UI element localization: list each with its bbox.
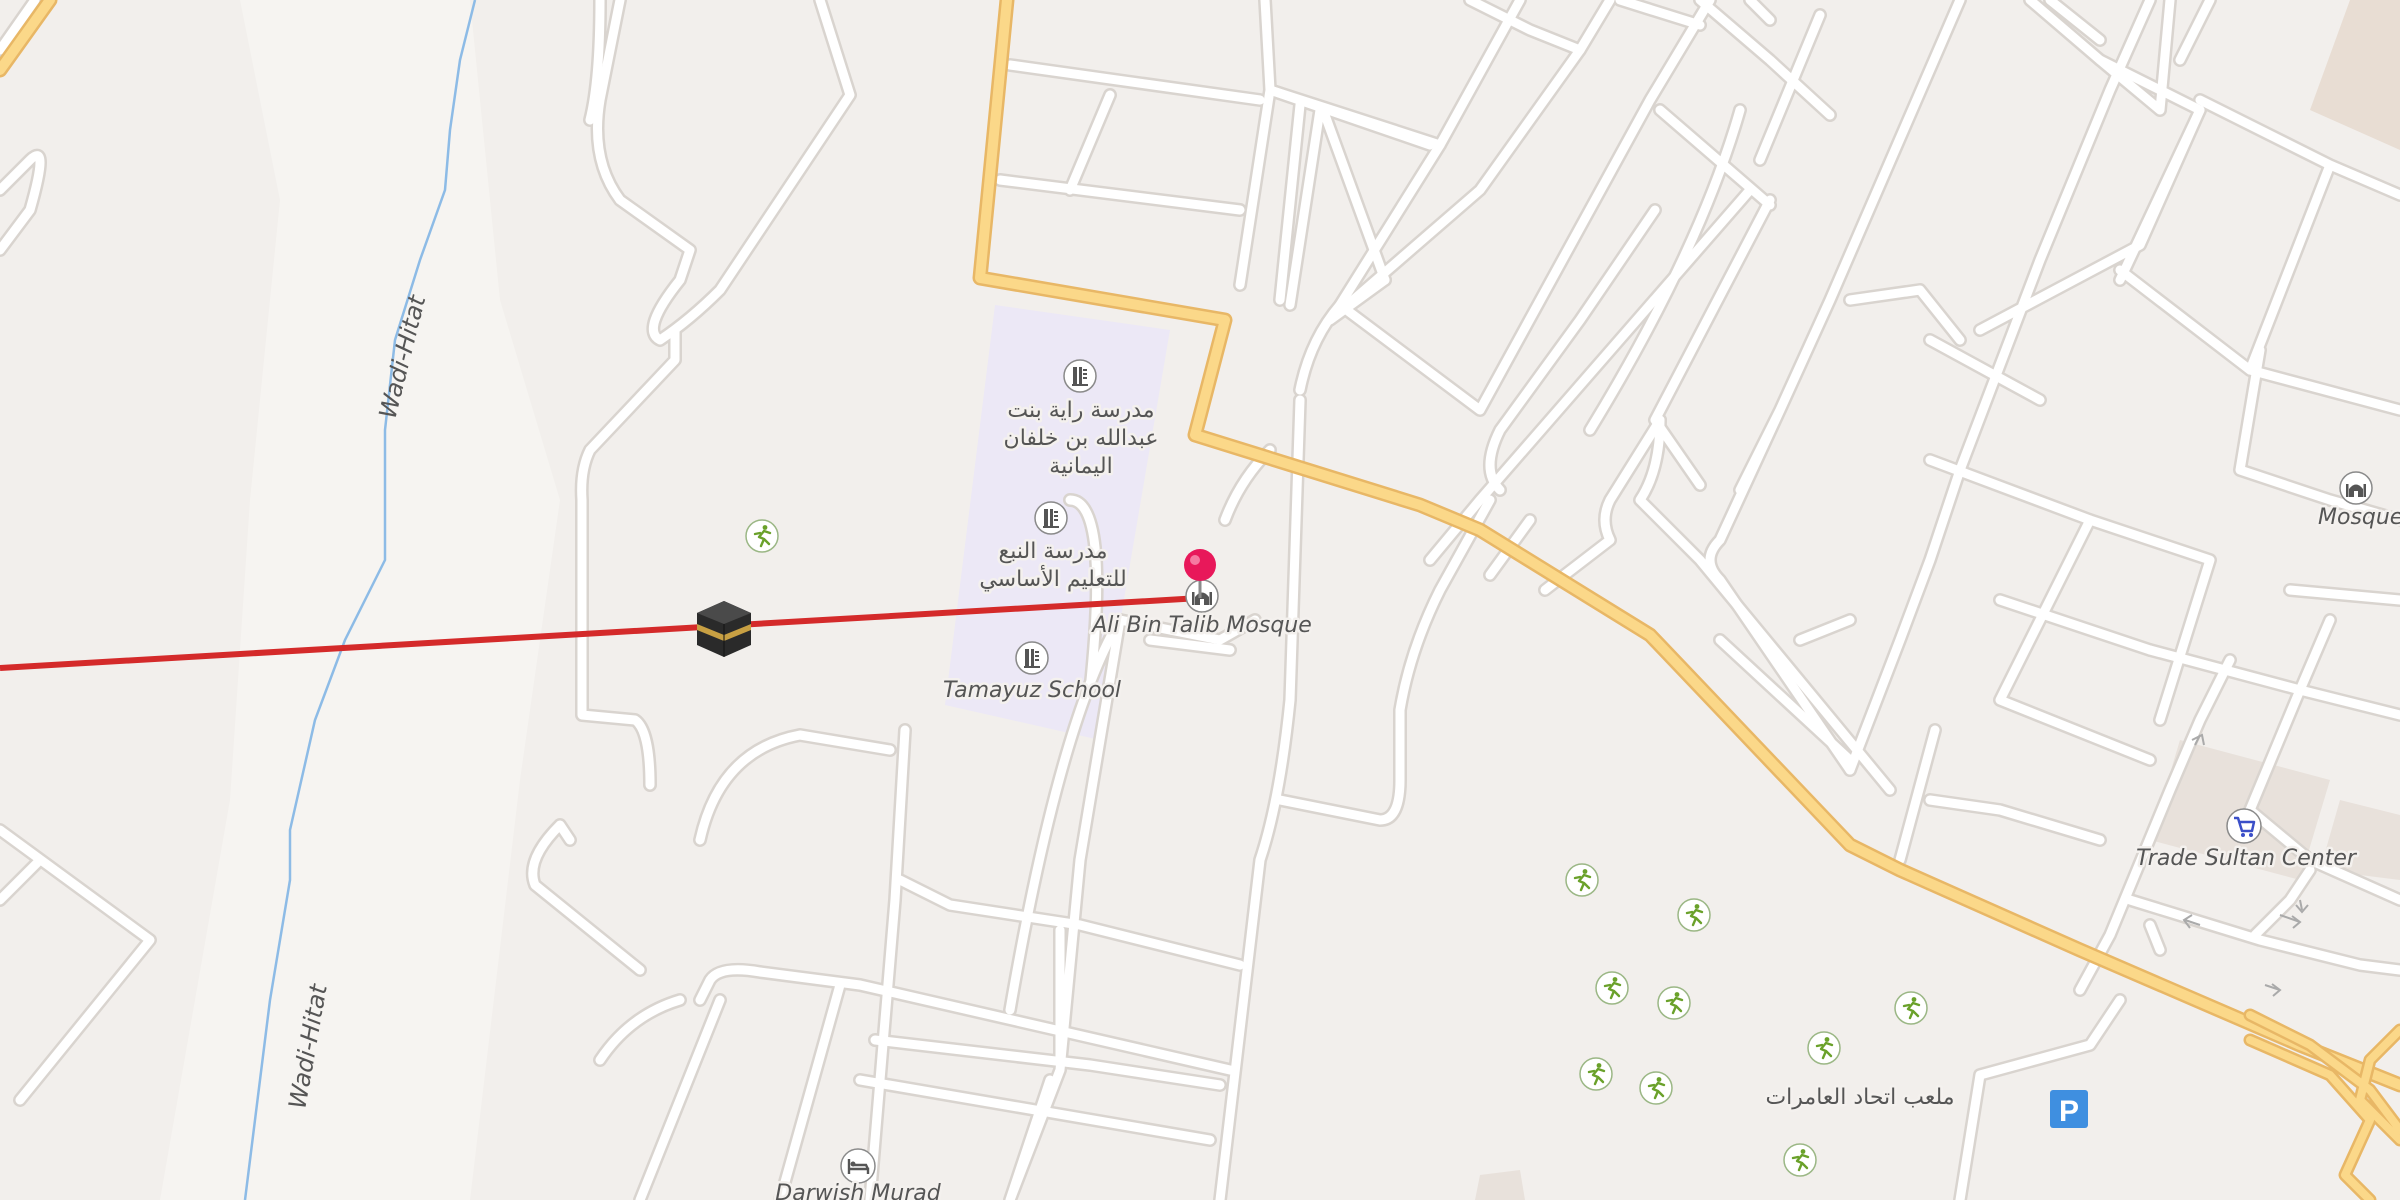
playground-icon[interactable] xyxy=(1594,970,1630,1006)
playground-icon[interactable] xyxy=(1806,1030,1842,1066)
school-nabaa-line-2: للتعليم الأساسي xyxy=(979,565,1126,592)
playground-icon[interactable] xyxy=(1656,985,1692,1021)
tamayuz-school-label: Tamayuz School xyxy=(943,678,1121,703)
parking-letter: P xyxy=(2059,1095,2079,1128)
playground-icon[interactable] xyxy=(1578,1056,1614,1092)
parking-icon[interactable]: P xyxy=(2050,1090,2088,1128)
school-icon[interactable] xyxy=(1015,641,1049,675)
darwish-murad-label: Darwish Murad xyxy=(775,1181,941,1200)
map-canvas[interactable]: P Wadi-Hitat Wadi-Hitat مدرسة راية بنت ع… xyxy=(0,0,2400,1200)
ali-bin-talib-mosque-label: Ali Bin Talib Mosque xyxy=(1090,613,1312,638)
school-icon[interactable] xyxy=(1063,359,1097,393)
playground-icon[interactable] xyxy=(1893,990,1929,1026)
playground-label: ملعب اتحاد العامرات xyxy=(1765,1085,1954,1110)
playground-icon[interactable] xyxy=(1638,1070,1674,1106)
school-nabaa-line-1: مدرسة النبع xyxy=(999,539,1108,564)
playground-icon[interactable] xyxy=(744,518,780,554)
bed-icon[interactable] xyxy=(840,1148,876,1184)
playground-icon[interactable] xyxy=(1676,897,1712,933)
shopping-cart-icon[interactable] xyxy=(2226,808,2262,844)
school-raya-line-1: مدرسة راية بنت xyxy=(1007,398,1154,423)
playground-icon[interactable] xyxy=(1782,1142,1818,1178)
mosque-icon[interactable] xyxy=(1185,579,1219,613)
kaaba-icon[interactable] xyxy=(697,601,751,657)
school-raya-line-3: اليمانية xyxy=(1049,454,1112,479)
playground-icon[interactable] xyxy=(1564,862,1600,898)
mosque-label: Mosque xyxy=(2318,505,2400,530)
school-icon[interactable] xyxy=(1034,501,1068,535)
mosque-icon[interactable] xyxy=(2339,471,2373,505)
trade-sultan-center-label: Trade Sultan Center xyxy=(2136,846,2358,871)
school-raya-line-2: عبدالله بن خلفان xyxy=(1004,426,1159,451)
